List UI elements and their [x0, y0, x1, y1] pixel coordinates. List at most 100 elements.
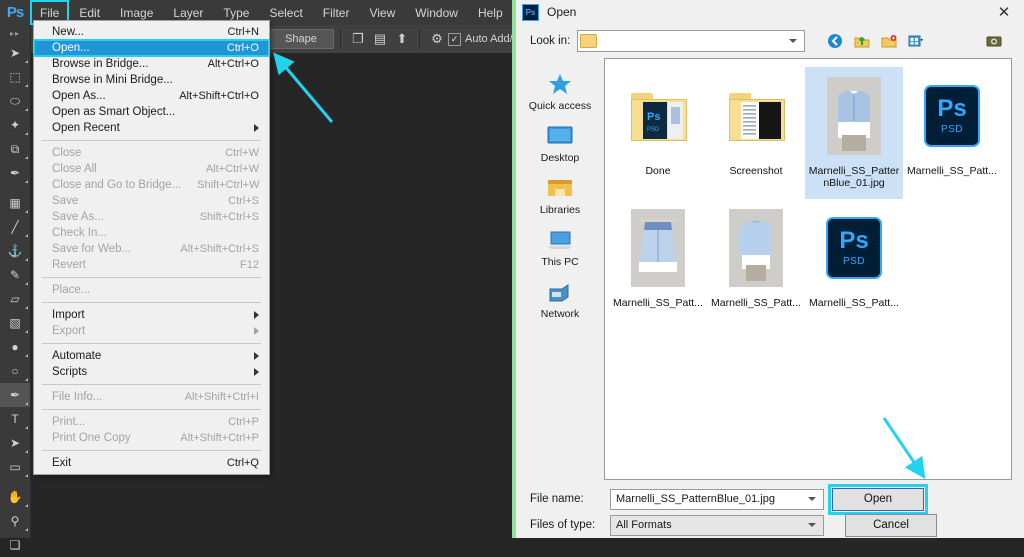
look-in-dropdown[interactable]	[577, 30, 806, 52]
menu-view[interactable]: View	[359, 0, 405, 25]
path-alignment-icon[interactable]: ▤	[369, 29, 391, 49]
psd-thumbnail: Ps PSD	[824, 203, 884, 293]
file-menu-item-file-info: File Info... Alt+Shift+Ctrl+I	[34, 389, 269, 405]
file-menu-item-save: Save Ctrl+S	[34, 193, 269, 209]
blur-tool[interactable]: ●	[0, 335, 30, 359]
eyedropper-tool[interactable]: ✒	[0, 161, 30, 185]
file-item[interactable]: Screenshot	[707, 67, 805, 199]
chevron-down-icon[interactable]	[789, 39, 798, 43]
preview-camera-icon[interactable]	[984, 31, 1004, 51]
file-menu-item-import[interactable]: Import	[34, 307, 269, 323]
menu-filter[interactable]: Filter	[313, 0, 360, 25]
rectangular-marquee-tool[interactable]: ⬚	[0, 65, 30, 89]
back-navigation-icon[interactable]	[825, 31, 845, 51]
move-tool[interactable]: ➤	[0, 41, 30, 65]
history-brush-tool[interactable]: ✎	[0, 263, 30, 287]
file-item[interactable]: Marnelli_SS_Patt...	[609, 199, 707, 331]
dodge-tool[interactable]: ○	[0, 359, 30, 383]
file-menu-item-exit-shortcut: Ctrl+Q	[226, 457, 259, 469]
file-item-label: Screenshot	[729, 165, 783, 177]
file-name-label: File name:	[530, 493, 584, 505]
file-menu-item-close-label: Close	[52, 147, 82, 159]
file-menu-item-place-label: Place...	[52, 284, 91, 296]
shape-mode-dropdown[interactable]: Shape	[268, 29, 334, 49]
view-mode-icon[interactable]	[906, 31, 926, 51]
file-menu-item-browse-in-bridge[interactable]: Browse in Bridge... Alt+Ctrl+O	[34, 56, 269, 72]
crop-tool[interactable]: ⧉	[0, 137, 30, 161]
file-menu-item-browse-in-mini-bridge[interactable]: Browse in Mini Bridge...	[34, 72, 269, 88]
place-libraries[interactable]: Libraries	[516, 174, 604, 226]
file-list[interactable]: Ps PSD Done Screenshot Marnelli_SS_Patte…	[604, 58, 1012, 480]
auto-add-delete-checkbox[interactable]: ✓	[448, 32, 461, 46]
up-one-level-icon[interactable]	[852, 31, 872, 51]
path-arrangement-icon[interactable]: ⬆	[391, 29, 413, 49]
file-menu-separator-2	[42, 277, 261, 278]
chevron-down-icon[interactable]	[808, 497, 816, 501]
psd-label-text: PSD	[842, 256, 866, 267]
spot-healing-brush-tool[interactable]: ▦	[0, 191, 30, 215]
file-menu-item-open-shortcut: Ctrl+O	[226, 42, 259, 54]
file-menu-item-print-label: Print...	[52, 416, 86, 428]
tools-panel-collapse-handle[interactable]: ▸▸	[0, 25, 30, 41]
file-menu-separator-1	[42, 140, 261, 141]
place-network[interactable]: Network	[516, 278, 604, 330]
brush-tool[interactable]: ╱	[0, 215, 30, 239]
place-desktop-label: Desktop	[540, 152, 580, 164]
close-icon[interactable]: ✕	[986, 0, 1022, 24]
new-folder-icon[interactable]	[879, 31, 899, 51]
place-network-label: Network	[540, 308, 580, 320]
path-operations-icon[interactable]: ❐	[347, 29, 369, 49]
open-button[interactable]: Open	[832, 487, 924, 511]
file-menu-item-open-as-smart-object[interactable]: Open as Smart Object...	[34, 104, 269, 120]
file-menu-item-check-in-label: Check In...	[52, 227, 107, 239]
file-menu-item-exit[interactable]: Exit Ctrl+Q	[34, 455, 269, 471]
file-menu-item-open-recent[interactable]: Open Recent	[34, 120, 269, 136]
file-menu-item-check-in: Check In...	[34, 225, 269, 241]
lasso-tool[interactable]: ⬭	[0, 89, 30, 113]
clone-stamp-tool[interactable]: ⚓	[0, 239, 30, 263]
file-item[interactable]: Ps PSD Done	[609, 67, 707, 199]
chevron-down-icon[interactable]	[808, 523, 816, 527]
zoom-tool[interactable]: ⚲	[0, 509, 30, 533]
file-menu-item-save-for-web-shortcut: Alt+Shift+Ctrl+S	[180, 243, 259, 255]
dialog-body: Quick access Desktop Libraries This PC N…	[516, 58, 1024, 480]
place-quick-access[interactable]: Quick access	[516, 70, 604, 122]
file-item[interactable]: Marnelli_SS_Patt...	[707, 199, 805, 331]
folder-thumbnail: Ps PSD	[628, 71, 688, 161]
horizontal-type-tool[interactable]: T	[0, 407, 30, 431]
tools-panel: ▸▸ ➤ ⬚ ⬭ ✦ ⧉ ✒ ▦ ╱ ⚓ ✎ ▱ ▧ ● ○ ✒ T ➤ ▭ ✋…	[0, 25, 31, 552]
cancel-button[interactable]: Cancel	[845, 513, 937, 537]
quick-selection-tool[interactable]: ✦	[0, 113, 30, 137]
place-this-pc[interactable]: This PC	[516, 226, 604, 278]
pen-tool[interactable]: ✒	[0, 383, 30, 407]
file-menu-item-automate[interactable]: Automate	[34, 348, 269, 364]
rectangle-tool[interactable]: ▭	[0, 455, 30, 479]
foreground-background-color-swatch[interactable]: ❑	[0, 533, 30, 557]
eraser-tool[interactable]: ▱	[0, 287, 30, 311]
file-menu-item-close-all: Close All Alt+Ctrl+W	[34, 161, 269, 177]
gradient-tool[interactable]: ▧	[0, 311, 30, 335]
file-item[interactable]: Ps PSD Marnelli_SS_Patt...	[805, 199, 903, 331]
folder-icon	[580, 34, 598, 48]
file-menu-item-save-as-shortcut: Shift+Ctrl+S	[199, 211, 259, 223]
file-menu-separator-7	[42, 450, 261, 451]
file-item[interactable]: Ps PSD Marnelli_SS_Patt...	[903, 67, 1001, 199]
file-menu-item-scripts[interactable]: Scripts	[34, 364, 269, 380]
menu-help[interactable]: Help	[468, 0, 513, 25]
file-item-selected[interactable]: Marnelli_SS_PatternBlue_01.jpg	[805, 67, 903, 199]
hand-tool[interactable]: ✋	[0, 485, 30, 509]
file-name-input[interactable]: Marnelli_SS_PatternBlue_01.jpg	[610, 488, 824, 510]
files-of-type-dropdown[interactable]: All Formats	[610, 514, 824, 536]
file-menu-item-open-as-label: Open As...	[52, 90, 106, 102]
path-selection-tool[interactable]: ➤	[0, 431, 30, 455]
geometry-options-gear-icon[interactable]: ⚙	[426, 29, 448, 49]
file-menu-item-open-as-smart-object-label: Open as Smart Object...	[52, 106, 176, 118]
place-desktop[interactable]: Desktop	[516, 122, 604, 174]
libraries-folder-icon	[545, 174, 575, 202]
file-item-label: Marnelli_SS_Patt...	[907, 165, 997, 177]
file-menu-item-open[interactable]: Open... Ctrl+O	[33, 39, 270, 57]
menu-window[interactable]: Window	[405, 0, 468, 25]
file-menu-item-new[interactable]: New... Ctrl+N	[34, 24, 269, 40]
file-menu-item-open-as[interactable]: Open As... Alt+Shift+Ctrl+O	[34, 88, 269, 104]
submenu-arrow-icon	[254, 368, 259, 376]
